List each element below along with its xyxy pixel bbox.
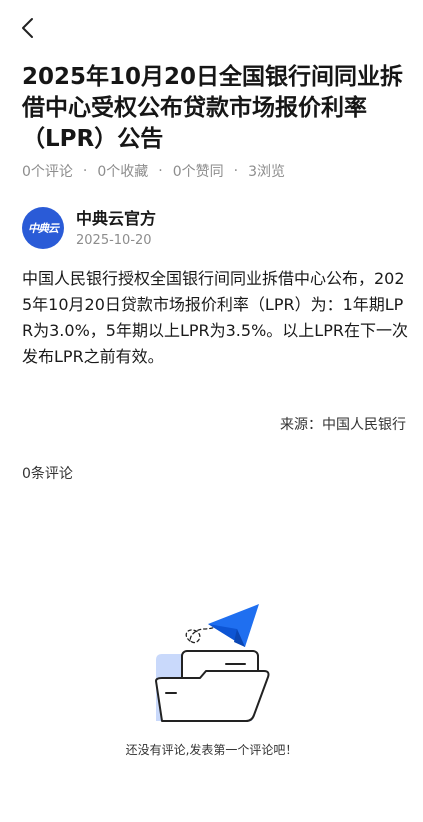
article-body: 中国人民银行授权全国银行间同业拆借中心公布，2025年10月20日贷款市场报价利… <box>22 269 408 366</box>
empty-comments-state: 还没有评论,发表第一个评论吧！ <box>0 590 423 770</box>
stats-separator: · <box>233 163 239 179</box>
author-info: 中典云 中典云官方 2025-10-20 <box>22 205 402 251</box>
chevron-left-icon <box>22 18 33 38</box>
stats-separator: · <box>158 163 163 179</box>
view-count-stat: 3浏览 <box>248 164 286 180</box>
article-source: 来源：中国人民银行 <box>280 417 406 433</box>
like-count-stat: 0个赞同 <box>172 164 224 180</box>
top-bar <box>0 0 423 56</box>
favorite-count-stat: 0个收藏 <box>97 164 149 180</box>
back-button[interactable] <box>14 14 42 42</box>
comment-section-count: 0条评论 <box>22 466 73 482</box>
avatar[interactable]: 中典云 <box>22 207 64 249</box>
empty-comments-text: 还没有评论,发表第一个评论吧！ <box>125 743 298 757</box>
article-title: 2025年10月20日全国银行间同业拆借中心受权公布贷款市场报价利率（LPR）公… <box>22 64 404 152</box>
stats-separator: · <box>82 163 88 179</box>
comment-count-stat: 0个评论 <box>22 164 73 180</box>
publish-date: 2025-10-20 <box>76 233 152 248</box>
article-stats: 0个评论 · 0个收藏 · 0个赞同 · 3浏览 <box>22 161 285 181</box>
folder-paper-plane-illustration <box>155 604 270 722</box>
avatar-logo-text: 中典云 <box>28 222 59 235</box>
author-name[interactable]: 中典云官方 <box>76 205 156 229</box>
